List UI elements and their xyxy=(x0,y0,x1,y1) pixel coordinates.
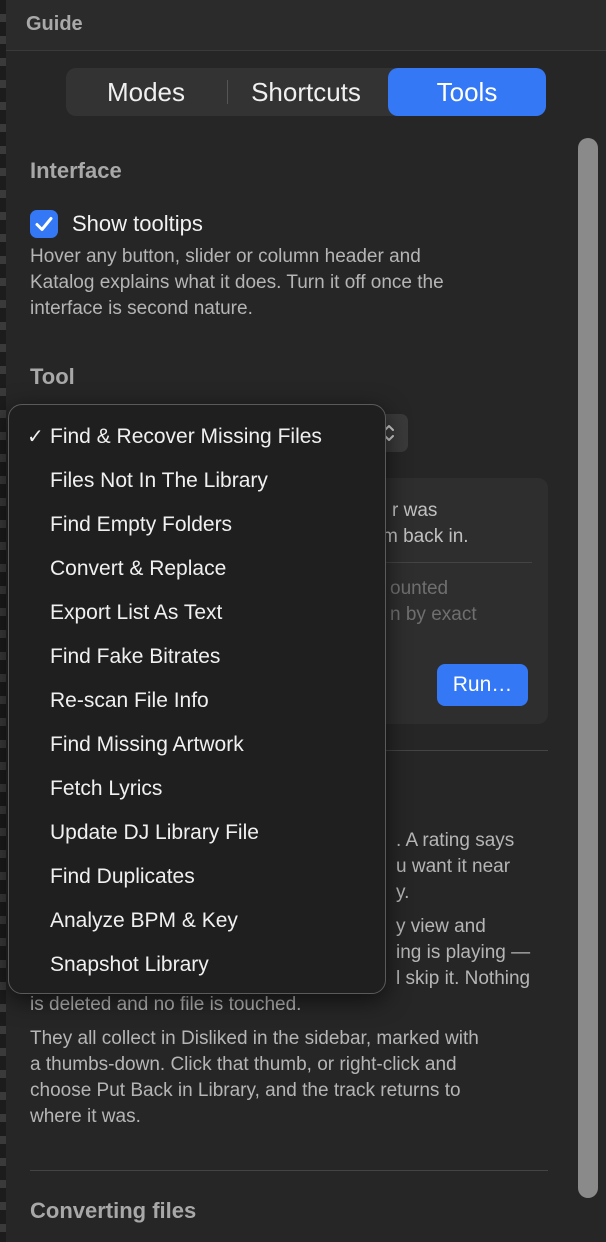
tool-heading: Tool xyxy=(30,364,75,389)
show-tooltips-checkbox[interactable] xyxy=(30,210,58,238)
text-fragment: . A rating says xyxy=(396,830,515,851)
menu-item-find-recover-missing-files[interactable]: ✓ Find & Recover Missing Files xyxy=(9,415,385,459)
menu-item-label: Fetch Lyrics xyxy=(50,777,163,800)
menu-item-label: Find Fake Bitrates xyxy=(50,645,221,668)
disliked-paragraph: They all collect in Disliked in the side… xyxy=(30,1026,550,1130)
interface-description: Hover any button, slider or column heade… xyxy=(30,244,550,322)
menu-item-label: Find Empty Folders xyxy=(50,513,233,536)
dislike-text-fragments: . A rating says u want it near y. xyxy=(396,828,556,906)
text-fragment: y view and xyxy=(396,916,486,937)
menu-item-label: Find & Recover Missing Files xyxy=(50,425,322,448)
menu-item-label: Files Not In The Library xyxy=(50,469,268,492)
converting-files-heading: Converting files xyxy=(30,1198,197,1223)
menu-item-find-fake-bitrates[interactable]: Find Fake Bitrates xyxy=(9,635,385,679)
menu-item-label: Find Duplicates xyxy=(50,865,195,888)
menu-item-fetch-lyrics[interactable]: Fetch Lyrics xyxy=(9,767,385,811)
tab-shortcuts[interactable]: Shortcuts xyxy=(226,68,386,116)
run-button[interactable]: Run… xyxy=(437,664,528,706)
menu-item-label: Export List As Text xyxy=(50,601,223,624)
paragraph-line: where it was. xyxy=(30,1106,141,1127)
menu-item-update-dj-library-file[interactable]: Update DJ Library File xyxy=(9,811,385,855)
tab-modes[interactable]: Modes xyxy=(66,68,226,116)
interface-heading: Interface xyxy=(30,158,122,183)
section-divider xyxy=(30,1170,548,1171)
card-text-fragment: m back in. xyxy=(382,526,469,547)
tab-segmented-control: Modes Shortcuts Tools xyxy=(66,68,546,116)
paragraph-line: a thumbs-down. Click that thumb, or righ… xyxy=(30,1054,457,1075)
menu-item-snapshot-library[interactable]: Snapshot Library xyxy=(9,943,385,987)
menu-item-label: Analyze BPM & Key xyxy=(50,909,238,932)
show-tooltips-row: Show tooltips xyxy=(30,208,203,240)
card-text-fragment: ounted xyxy=(390,578,449,599)
checkmark-icon xyxy=(35,217,53,231)
card-text-fragment: r was xyxy=(392,500,438,521)
menu-item-convert-replace[interactable]: Convert & Replace xyxy=(9,547,385,591)
text-fragment: u want it near xyxy=(396,856,511,877)
menu-item-label: Update DJ Library File xyxy=(50,821,259,844)
paragraph-line: choose Put Back in Library, and the trac… xyxy=(30,1080,461,1101)
interface-description-line: Hover any button, slider or column heade… xyxy=(30,246,421,267)
interface-description-line: interface is second nature. xyxy=(30,298,253,319)
dislike-text-fragments-2: y view and ing is playing — l skip it. N… xyxy=(396,914,556,992)
title-bar: Guide xyxy=(6,0,606,51)
menu-item-find-missing-artwork[interactable]: Find Missing Artwork xyxy=(9,723,385,767)
menu-item-export-list-as-text[interactable]: Export List As Text xyxy=(9,591,385,635)
menu-item-find-duplicates[interactable]: Find Duplicates xyxy=(9,855,385,899)
menu-item-files-not-in-library[interactable]: Files Not In The Library xyxy=(9,459,385,503)
menu-item-label: Snapshot Library xyxy=(50,953,209,976)
window-title: Guide xyxy=(26,13,83,35)
text-fragment: l skip it. Nothing xyxy=(396,968,531,989)
paragraph-line: They all collect in Disliked in the side… xyxy=(30,1028,479,1049)
menu-item-label: Find Missing Artwork xyxy=(50,733,244,756)
show-tooltips-label: Show tooltips xyxy=(72,211,203,236)
card-text-fragment: n by exact xyxy=(390,604,477,625)
menu-item-find-empty-folders[interactable]: Find Empty Folders xyxy=(9,503,385,547)
menu-item-label: Convert & Replace xyxy=(50,557,227,580)
menu-item-rescan-file-info[interactable]: Re-scan File Info xyxy=(9,679,385,723)
tab-tools[interactable]: Tools xyxy=(388,68,546,116)
dislike-text-end: is deleted and no file is touched. xyxy=(30,994,302,1015)
menu-item-analyze-bpm-key[interactable]: Analyze BPM & Key xyxy=(9,899,385,943)
menu-item-label: Re-scan File Info xyxy=(50,689,209,712)
checkmark-icon: ✓ xyxy=(27,426,44,448)
text-fragment: y. xyxy=(396,882,410,903)
text-fragment: ing is playing — xyxy=(396,942,531,963)
tool-dropdown-menu: ✓ Find & Recover Missing Files Files Not… xyxy=(8,404,386,994)
vertical-scrollbar[interactable] xyxy=(578,138,598,1198)
interface-description-line: Katalog explains what it does. Turn it o… xyxy=(30,272,444,293)
